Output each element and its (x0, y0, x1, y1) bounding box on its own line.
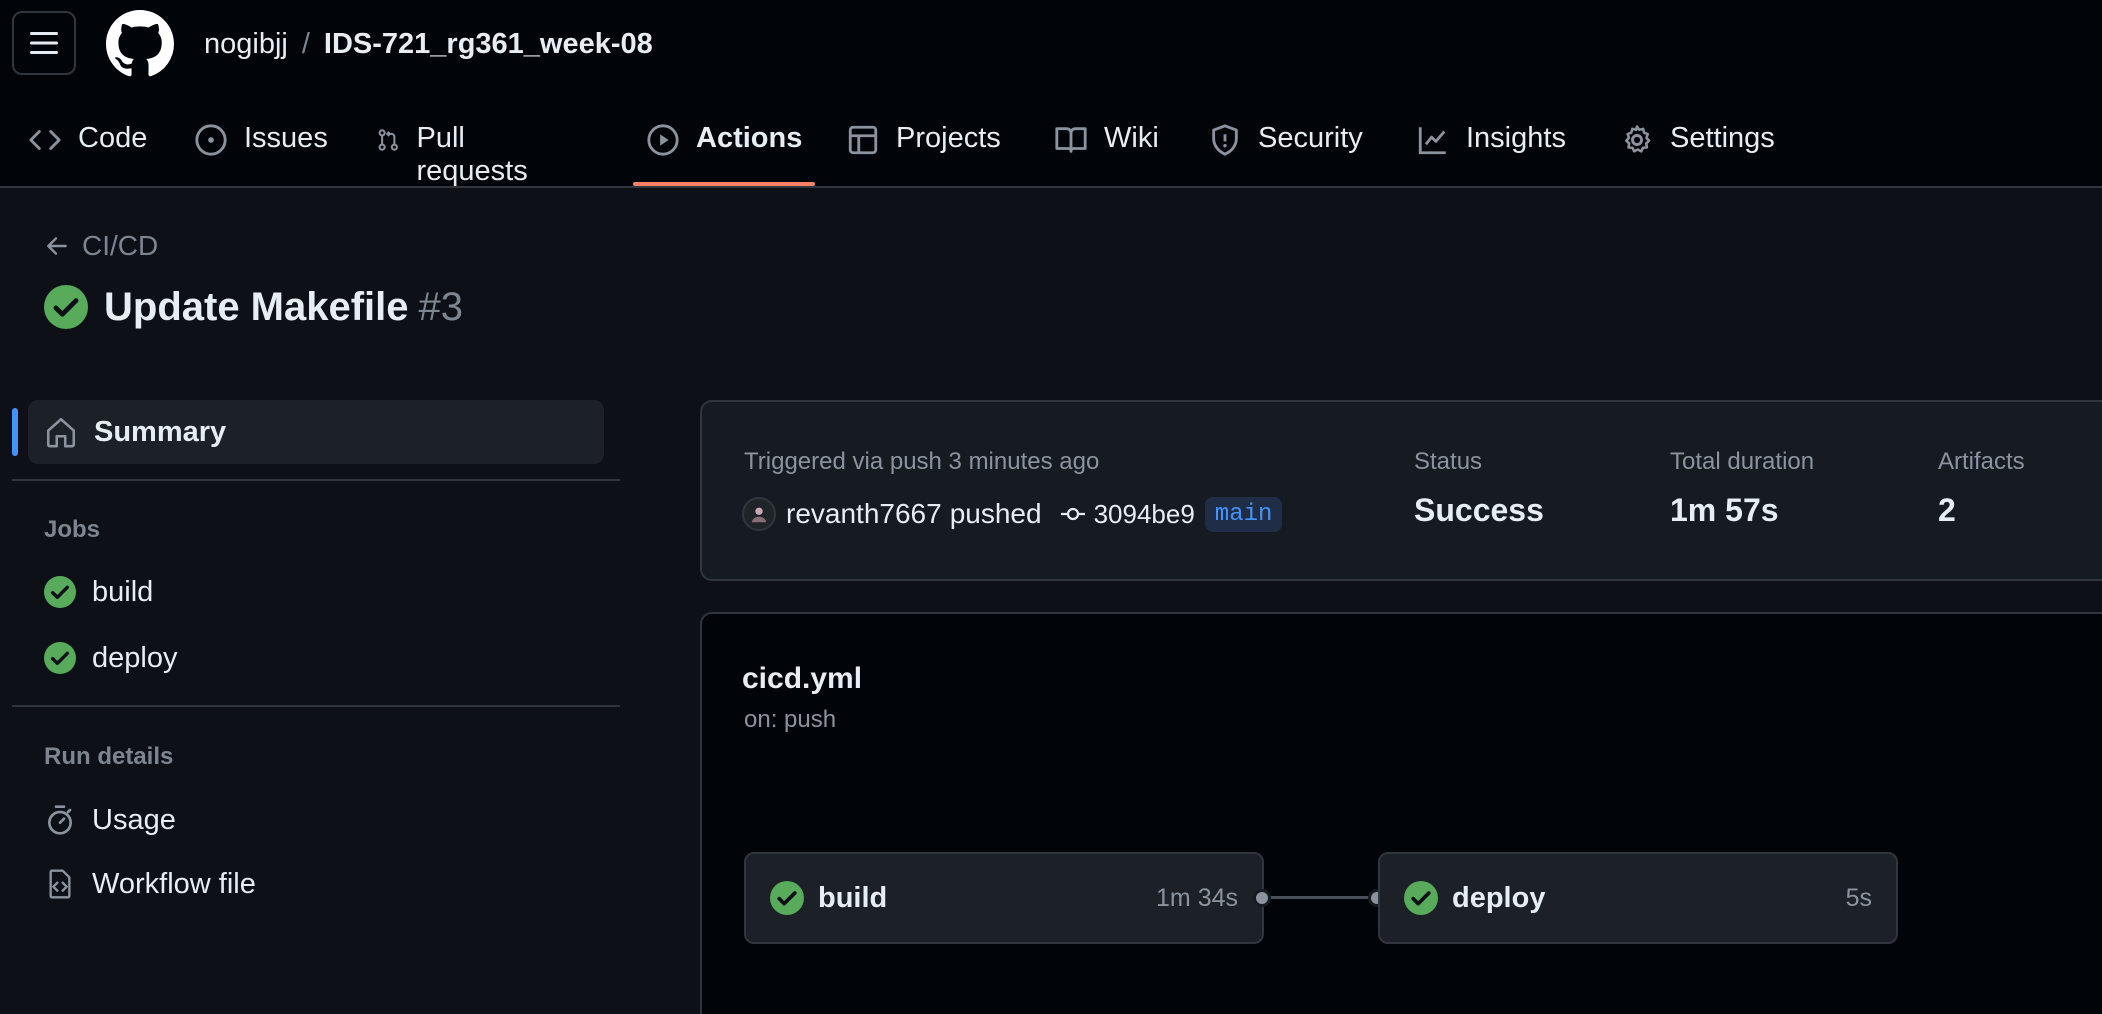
status-stat: Status Success (1414, 448, 1544, 529)
run-title: Update Makefile #3 (44, 282, 463, 332)
play-icon (647, 124, 679, 156)
active-tab-underline (633, 182, 815, 186)
issue-icon (195, 124, 227, 156)
tab-projects-label: Projects (896, 122, 1001, 154)
commit-link[interactable]: 3094be9 (1060, 499, 1195, 530)
duration-value: 1m 57s (1670, 492, 1779, 528)
tab-code-label: Code (78, 122, 148, 154)
sidebar-divider (12, 705, 620, 707)
shield-icon (1212, 124, 1238, 156)
code-icon (29, 130, 61, 150)
user-avatar-icon (751, 507, 767, 523)
sidebar-item-usage[interactable]: Usage (44, 800, 176, 840)
status-label: Status (1414, 448, 1483, 475)
top-header: nogibjj / IDS-721_rg361_week-08 Code Iss… (0, 0, 2102, 188)
repo-breadcrumb: nogibjj / IDS-721_rg361_week-08 (204, 24, 653, 64)
sidebar-usage-label: Usage (92, 803, 176, 836)
menu-button[interactable] (12, 11, 76, 75)
run-commit-message: Update Makefile (104, 284, 409, 329)
job-connector-dot (1253, 889, 1271, 907)
success-check-icon (770, 881, 804, 915)
job-node-build[interactable]: build 1m 34s (744, 852, 1264, 944)
breadcrumb-separator: / (301, 27, 310, 60)
sidebar-active-indicator (12, 408, 18, 456)
status-value: Success (1414, 492, 1544, 528)
run-number: #3 (418, 284, 464, 329)
job-node-duration: 1m 34s (1156, 883, 1238, 912)
github-logo-icon[interactable] (106, 10, 174, 78)
job-node-name: deploy (1452, 881, 1546, 914)
success-check-icon (44, 642, 76, 674)
trigger-details: revanth7667 pushed 3094be9 main (742, 494, 1283, 534)
job-connector-line (1264, 896, 1378, 899)
tab-wiki-label: Wiki (1104, 122, 1159, 154)
job-node-deploy[interactable]: deploy 5s (1378, 852, 1898, 944)
table-icon (848, 125, 878, 155)
success-check-icon (44, 576, 76, 608)
gear-icon (1625, 125, 1651, 153)
file-code-icon (49, 869, 71, 899)
workflow-file-name: cicd.yml (742, 662, 863, 695)
sidebar-item-workflow-file[interactable]: Workflow file (44, 864, 256, 904)
branch-badge[interactable]: main (1204, 496, 1283, 532)
tab-actions-label: Actions (696, 122, 803, 154)
sidebar-job-build[interactable]: build (44, 572, 153, 612)
tab-insights-label: Insights (1466, 122, 1566, 154)
tab-projects[interactable]: Projects (846, 110, 1001, 188)
tab-pull-requests[interactable]: Pull requests (376, 110, 537, 188)
tab-issues[interactable]: Issues (194, 110, 328, 188)
run-summary-card: Triggered via push 3 minutes ago revanth… (700, 400, 2102, 581)
tab-issues-label: Issues (244, 122, 328, 154)
hamburger-icon (30, 32, 58, 54)
sidebar-heading-jobs: Jobs (44, 516, 101, 543)
artifacts-stat: Artifacts 2 (1938, 448, 2025, 529)
sidebar-heading-run-details: Run details (44, 743, 174, 770)
tab-security[interactable]: Security (1208, 110, 1363, 188)
success-check-icon (1404, 881, 1438, 915)
artifacts-label: Artifacts (1938, 448, 2025, 475)
repo-owner-link[interactable]: nogibjj (204, 28, 288, 61)
repo-name-link[interactable]: IDS-721_rg361_week-08 (324, 28, 653, 61)
stopwatch-icon (48, 805, 72, 835)
tab-pull-requests-label: Pull requests (416, 122, 528, 187)
arrow-left-icon (47, 237, 67, 255)
graph-icon (1418, 127, 1446, 155)
tab-wiki[interactable]: Wiki (1054, 110, 1159, 188)
tab-code[interactable]: Code (28, 110, 147, 188)
job-node-name: build (818, 881, 888, 914)
sidebar-job-label: deploy (92, 641, 178, 674)
tab-settings-label: Settings (1670, 122, 1775, 154)
tab-insights[interactable]: Insights (1416, 110, 1566, 188)
sidebar-divider (12, 479, 620, 481)
sidebar-workflow-file-label: Workflow file (92, 867, 256, 900)
workflow-graph-card: cicd.yml on: push build 1m 34s deploy 5s (700, 612, 2102, 1014)
tab-actions[interactable]: Actions (646, 110, 802, 188)
workflow-back-link[interactable]: CI/CD (44, 228, 158, 264)
book-icon (1055, 127, 1087, 153)
sidebar-item-summary[interactable]: Summary (28, 400, 604, 464)
job-node-duration: 5s (1845, 883, 1872, 912)
sidebar-summary-label: Summary (94, 415, 227, 448)
duration-stat: Total duration 1m 57s (1670, 448, 1814, 529)
avatar[interactable] (742, 497, 776, 531)
actor-link[interactable]: revanth7667 (786, 498, 942, 530)
trigger-action: pushed (949, 498, 1042, 529)
sidebar-job-label: build (92, 575, 154, 608)
tab-settings[interactable]: Settings (1620, 110, 1775, 188)
duration-label: Total duration (1670, 448, 1815, 475)
pull-request-icon (378, 129, 398, 151)
git-commit-icon (1060, 507, 1085, 521)
success-check-icon (44, 285, 88, 329)
trigger-description: Triggered via push 3 minutes ago (744, 448, 1100, 475)
commit-sha: 3094be9 (1093, 498, 1195, 529)
workflow-trigger: on: push (744, 706, 837, 733)
tab-security-label: Security (1258, 122, 1363, 154)
sidebar-job-deploy[interactable]: deploy (44, 638, 177, 678)
workflow-name: CI/CD (82, 230, 159, 261)
artifacts-value[interactable]: 2 (1938, 492, 2025, 529)
home-icon (46, 417, 76, 448)
